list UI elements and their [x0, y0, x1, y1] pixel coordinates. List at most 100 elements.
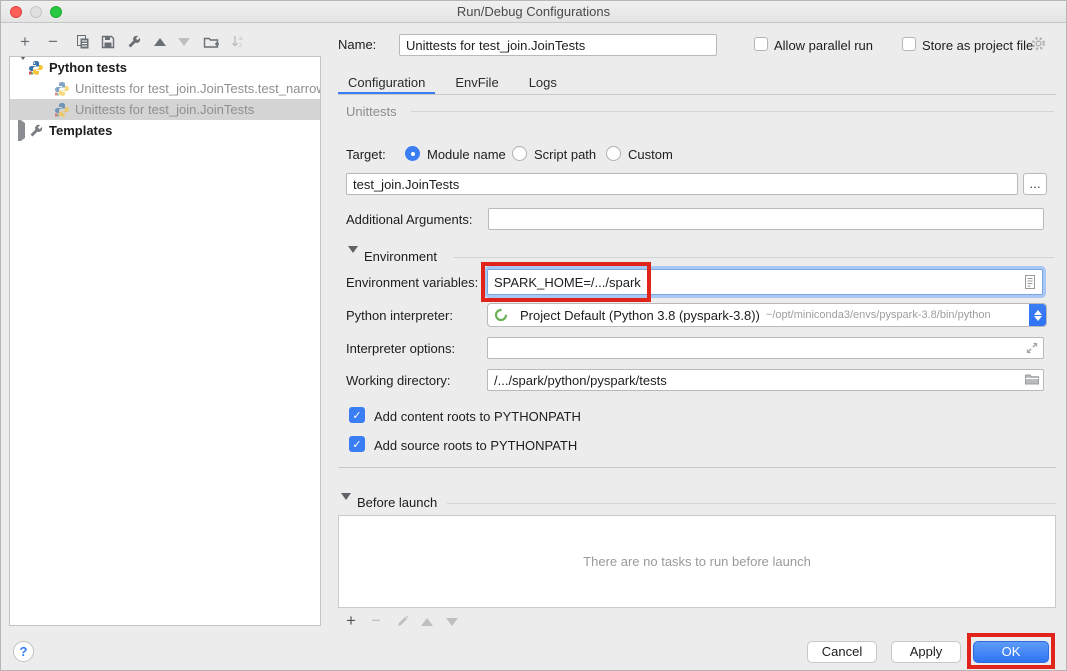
allow-parallel-run-checkbox[interactable] — [754, 37, 768, 51]
group-divider — [411, 111, 1054, 112]
tab-bar: Configuration EnvFile Logs — [338, 69, 577, 95]
tree-item-python-tests[interactable]: Python tests — [10, 57, 320, 78]
add-task-button[interactable]: + — [341, 611, 361, 631]
move-task-down-button[interactable] — [442, 612, 462, 632]
help-button[interactable]: ? — [13, 641, 34, 662]
radio-custom[interactable] — [606, 146, 621, 161]
chevron-right-icon[interactable] — [18, 123, 28, 138]
interpreter-options-label: Interpreter options: — [346, 341, 455, 356]
name-label: Name: — [338, 37, 376, 52]
tree-item-label: Python tests — [49, 60, 127, 75]
additional-arguments-input[interactable] — [488, 208, 1044, 230]
cancel-button[interactable]: Cancel — [807, 641, 877, 663]
tab-strip-divider — [338, 94, 1056, 95]
titlebar: Run/Debug Configurations — [1, 1, 1066, 23]
edit-templates-button[interactable] — [124, 32, 144, 52]
unittests-group-title: Unittests — [346, 104, 397, 119]
radio-module-name-label: Module name — [427, 147, 506, 162]
environment-collapse-toggle[interactable] — [348, 253, 358, 268]
pencil-icon — [395, 614, 410, 629]
new-folder-icon — [203, 34, 220, 50]
expand-icon — [1025, 341, 1039, 355]
edit-task-button[interactable] — [392, 611, 412, 631]
move-down-icon — [446, 618, 458, 626]
environment-variables-input[interactable] — [487, 269, 1043, 295]
apply-button[interactable]: Apply — [891, 641, 961, 663]
python-tests-icon — [54, 102, 70, 118]
add-source-roots-label: Add source roots to PYTHONPATH — [374, 438, 577, 453]
allow-parallel-run-label: Allow parallel run — [774, 38, 873, 53]
tab-configuration[interactable]: Configuration — [338, 69, 435, 95]
window-title: Run/Debug Configurations — [1, 4, 1066, 19]
environment-group-title: Environment — [364, 249, 437, 264]
interpreter-options-input[interactable] — [487, 337, 1044, 359]
new-folder-button[interactable] — [201, 32, 221, 52]
tree-item-label: Unittests for test_join.JoinTests — [75, 102, 254, 117]
add-content-roots-label: Add content roots to PYTHONPATH — [374, 409, 581, 424]
store-as-project-file-checkbox[interactable] — [902, 37, 916, 51]
expand-field-button[interactable] — [1025, 341, 1039, 355]
question-mark-icon: ? — [20, 644, 28, 659]
tree-item-unittests-test-narrow[interactable]: Unittests for test_join.JoinTests.test_n… — [10, 78, 320, 99]
target-module-input[interactable] — [346, 173, 1018, 195]
move-down-icon — [178, 38, 190, 46]
before-launch-task-list[interactable]: There are no tasks to run before launch — [338, 515, 1056, 608]
folder-icon — [1024, 372, 1040, 386]
save-icon — [100, 34, 116, 50]
additional-arguments-label: Additional Arguments: — [346, 212, 472, 227]
interpreter-path: ~/opt/miniconda3/envs/pyspark-3.8/bin/py… — [766, 309, 1029, 321]
python-interpreter-select[interactable]: Project Default (Python 3.8 (pyspark-3.8… — [487, 303, 1047, 327]
before-launch-empty-text: There are no tasks to run before launch — [583, 554, 811, 569]
remove-icon: − — [48, 33, 58, 51]
chevron-down-icon — [348, 246, 358, 268]
browse-working-directory-button[interactable] — [1024, 372, 1040, 386]
move-up-button[interactable] — [150, 32, 170, 52]
name-input[interactable] — [399, 34, 717, 56]
move-task-up-button[interactable] — [417, 612, 437, 632]
python-tests-icon — [54, 81, 70, 97]
templates-wrench-icon — [28, 123, 44, 139]
copy-configuration-button[interactable] — [73, 32, 93, 52]
radio-script-path[interactable] — [512, 146, 527, 161]
working-directory-input[interactable] — [487, 369, 1044, 391]
save-configuration-button[interactable] — [98, 32, 118, 52]
tree-item-unittests-jointests-selected[interactable]: Unittests for test_join.JoinTests — [10, 99, 320, 120]
tree-item-label: Templates — [49, 123, 112, 138]
move-down-button[interactable] — [174, 32, 194, 52]
tab-label: Logs — [529, 75, 557, 90]
before-launch-collapse-toggle[interactable] — [341, 500, 351, 515]
tab-logs[interactable]: Logs — [519, 69, 567, 95]
wrench-icon — [126, 34, 142, 50]
ok-button[interactable]: OK — [973, 641, 1049, 663]
tab-envfile[interactable]: EnvFile — [445, 69, 508, 95]
radio-module-name[interactable] — [405, 146, 420, 161]
remove-configuration-button[interactable]: − — [43, 32, 63, 52]
chevron-down-icon — [1034, 316, 1042, 321]
tree-item-templates[interactable]: Templates — [10, 120, 320, 141]
browse-module-button[interactable]: ... — [1023, 173, 1047, 195]
tab-label: EnvFile — [455, 75, 498, 90]
copy-icon — [75, 34, 91, 50]
add-icon: + — [346, 612, 356, 630]
store-options-button[interactable] — [1030, 35, 1047, 52]
interpreter-value: Project Default (Python 3.8 (pyspark-3.8… — [520, 308, 760, 323]
chevron-down-icon — [341, 493, 351, 515]
chevron-down-icon[interactable] — [18, 60, 28, 75]
move-up-icon — [421, 618, 433, 626]
radio-script-path-label: Script path — [534, 147, 596, 162]
target-label: Target: — [346, 147, 386, 162]
configurations-tree: Python tests Unittests for test_join.Joi… — [9, 56, 321, 626]
check-icon: ✓ — [352, 409, 361, 422]
remove-task-button[interactable]: − — [366, 611, 386, 631]
panel-bottom-divider — [338, 467, 1056, 468]
env-list-icon — [1023, 274, 1037, 290]
add-content-roots-checkbox[interactable]: ✓ — [349, 407, 365, 423]
environment-variables-label: Environment variables: — [346, 275, 478, 290]
add-configuration-button[interactable]: + — [15, 32, 35, 52]
add-source-roots-checkbox[interactable]: ✓ — [349, 436, 365, 452]
select-stepper[interactable] — [1029, 304, 1046, 326]
sort-configurations-button[interactable]: az — [228, 32, 248, 52]
svg-text:a: a — [239, 36, 243, 42]
edit-environment-variables-button[interactable] — [1023, 274, 1037, 290]
tab-label: Configuration — [348, 75, 425, 90]
